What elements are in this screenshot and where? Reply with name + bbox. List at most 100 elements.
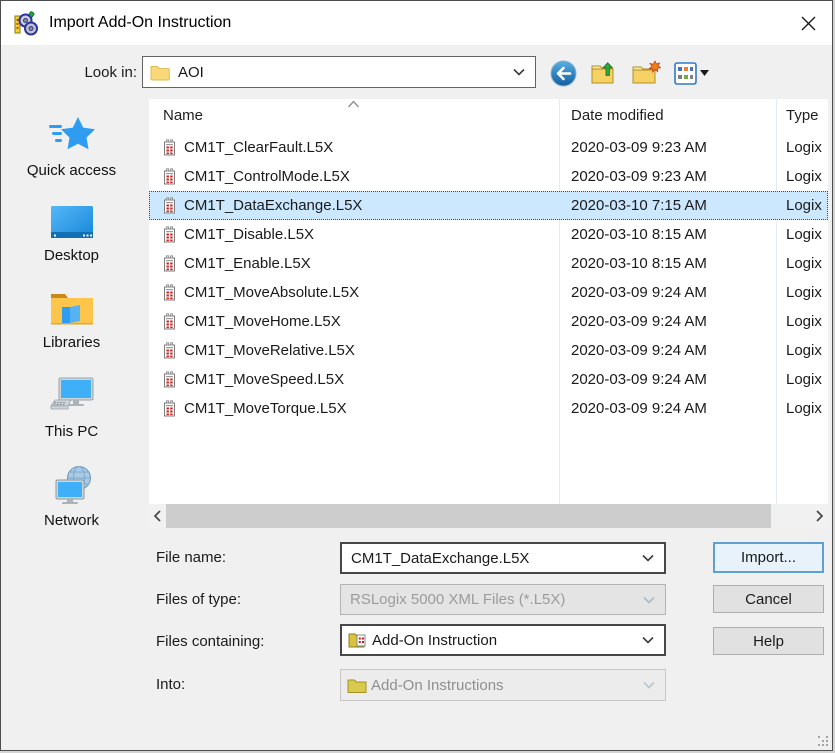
folder-icon <box>150 64 170 81</box>
help-button[interactable]: Help <box>713 627 824 655</box>
cancel-button[interactable]: Cancel <box>713 585 824 613</box>
table-row[interactable]: CM1T_MoveAbsolute.L5X 2020-03-09 9:24 AM… <box>149 278 828 307</box>
sidebar-item-quick-access[interactable]: Quick access <box>12 113 132 179</box>
file-type: Logix <box>776 139 828 156</box>
libraries-icon <box>48 289 96 329</box>
view-menu-button[interactable] <box>674 62 710 85</box>
chevron-down-icon <box>643 596 655 604</box>
file-name-label: File name: <box>156 549 226 566</box>
l5x-file-icon <box>162 371 177 389</box>
rslogix-app-icon <box>14 10 39 36</box>
table-row[interactable]: CM1T_MoveSpeed.L5X 2020-03-09 9:24 AM Lo… <box>149 365 828 394</box>
sidebar-item-network[interactable]: Network <box>12 465 132 529</box>
add-on-instructions-folder-icon <box>347 677 368 694</box>
column-header-type[interactable]: Type <box>786 107 819 124</box>
scroll-left-button[interactable] <box>149 504 166 528</box>
files-of-type-label: Files of type: <box>156 591 241 608</box>
dialog-title: Import Add-On Instruction <box>49 14 231 32</box>
file-date-modified: 2020-03-09 9:23 AM <box>559 168 776 185</box>
up-one-level-icon <box>590 60 618 87</box>
file-name: CM1T_ControlMode.L5X <box>184 168 350 185</box>
l5x-file-icon <box>162 255 177 273</box>
look-in-combobox[interactable]: AOI <box>142 56 536 88</box>
file-name: CM1T_Enable.L5X <box>184 255 311 272</box>
chevron-down-icon <box>513 68 525 76</box>
look-in-value: AOI <box>178 64 204 81</box>
files-containing-label: Files containing: <box>156 633 264 650</box>
title-bar: Import Add-On Instruction <box>1 1 832 45</box>
file-date-modified: 2020-03-09 9:24 AM <box>559 400 776 417</box>
chevron-down-icon <box>643 681 655 689</box>
file-name: CM1T_MoveSpeed.L5X <box>184 371 344 388</box>
file-date-modified: 2020-03-09 9:23 AM <box>559 139 776 156</box>
add-on-instruction-icon <box>348 631 369 649</box>
file-list: Name Date modified Type <box>149 99 828 504</box>
files-of-type-value: RSLogix 5000 XML Files (*.L5X) <box>350 591 565 608</box>
close-button[interactable] <box>784 1 832 45</box>
resize-grip[interactable] <box>818 736 829 747</box>
scroll-right-button[interactable] <box>811 504 828 528</box>
back-button[interactable] <box>550 60 577 87</box>
table-row[interactable]: CM1T_DataExchange.L5X 2020-03-10 7:15 AM… <box>149 191 828 220</box>
into-combobox: Add-On Instructions <box>340 669 666 701</box>
chevron-right-icon <box>816 510 823 522</box>
quick-access-icon <box>47 113 97 157</box>
chevron-down-icon <box>642 554 654 562</box>
import-button[interactable]: Import... <box>713 542 824 573</box>
table-row[interactable]: CM1T_ClearFault.L5X 2020-03-09 9:23 AM L… <box>149 133 828 162</box>
sidebar-item-label: Quick access <box>27 162 116 179</box>
desktop-icon <box>48 204 96 242</box>
files-containing-value: Add-On Instruction <box>372 632 497 649</box>
file-type: Logix <box>776 226 828 243</box>
file-name: CM1T_Disable.L5X <box>184 226 314 243</box>
table-row[interactable]: CM1T_MoveRelative.L5X 2020-03-09 9:24 AM… <box>149 336 828 365</box>
chevron-down-icon <box>642 636 654 644</box>
table-row[interactable]: CM1T_Enable.L5X 2020-03-10 8:15 AM Logix <box>149 249 828 278</box>
l5x-file-icon <box>162 400 177 418</box>
file-type: Logix <box>776 400 828 417</box>
table-row[interactable]: CM1T_MoveHome.L5X 2020-03-09 9:24 AM Log… <box>149 307 828 336</box>
file-type: Logix <box>776 371 828 388</box>
chevron-left-icon <box>154 510 161 522</box>
files-of-type-combobox: RSLogix 5000 XML Files (*.L5X) <box>340 584 666 615</box>
file-date-modified: 2020-03-09 9:24 AM <box>559 371 776 388</box>
l5x-file-icon <box>162 197 177 215</box>
scrollbar-thumb[interactable] <box>166 504 771 528</box>
sidebar-item-label: Desktop <box>44 247 99 264</box>
sidebar-item-this-pc[interactable]: This PC <box>12 376 132 440</box>
l5x-file-icon <box>162 284 177 302</box>
l5x-file-icon <box>162 226 177 244</box>
file-rows: CM1T_ClearFault.L5X 2020-03-09 9:23 AM L… <box>149 133 828 423</box>
file-date-modified: 2020-03-09 9:24 AM <box>559 313 776 330</box>
horizontal-scrollbar[interactable] <box>149 504 828 528</box>
sidebar-item-libraries[interactable]: Libraries <box>12 289 132 351</box>
table-row[interactable]: CM1T_ControlMode.L5X 2020-03-09 9:23 AM … <box>149 162 828 191</box>
file-name-combobox[interactable]: CM1T_DataExchange.L5X <box>340 542 666 574</box>
close-icon <box>801 16 816 31</box>
file-name: CM1T_MoveRelative.L5X <box>184 342 355 359</box>
sidebar-item-label: Network <box>44 512 99 529</box>
file-name: CM1T_MoveAbsolute.L5X <box>184 284 359 301</box>
sidebar-item-label: Libraries <box>43 334 101 351</box>
file-date-modified: 2020-03-10 8:15 AM <box>559 226 776 243</box>
file-date-modified: 2020-03-09 9:24 AM <box>559 284 776 301</box>
file-name: CM1T_MoveTorque.L5X <box>184 400 347 417</box>
view-menu-icon <box>674 62 710 85</box>
into-value: Add-On Instructions <box>371 677 504 694</box>
sidebar-item-desktop[interactable]: Desktop <box>12 204 132 264</box>
into-label: Into: <box>156 676 185 693</box>
file-type: Logix <box>776 284 828 301</box>
l5x-file-icon <box>162 313 177 331</box>
up-one-level-button[interactable] <box>590 60 618 87</box>
table-row[interactable]: CM1T_Disable.L5X 2020-03-10 8:15 AM Logi… <box>149 220 828 249</box>
new-folder-button[interactable] <box>631 60 661 87</box>
files-containing-combobox[interactable]: Add-On Instruction <box>340 624 666 656</box>
import-aoi-dialog: Import Add-On Instruction Look in: AOI <box>0 0 833 751</box>
file-type: Logix <box>776 197 828 214</box>
file-type: Logix <box>776 168 828 185</box>
column-header-date-modified[interactable]: Date modified <box>571 107 664 124</box>
back-icon <box>550 60 577 87</box>
file-name: CM1T_DataExchange.L5X <box>184 197 362 214</box>
column-header-name[interactable]: Name <box>163 107 203 124</box>
table-row[interactable]: CM1T_MoveTorque.L5X 2020-03-09 9:24 AM L… <box>149 394 828 423</box>
